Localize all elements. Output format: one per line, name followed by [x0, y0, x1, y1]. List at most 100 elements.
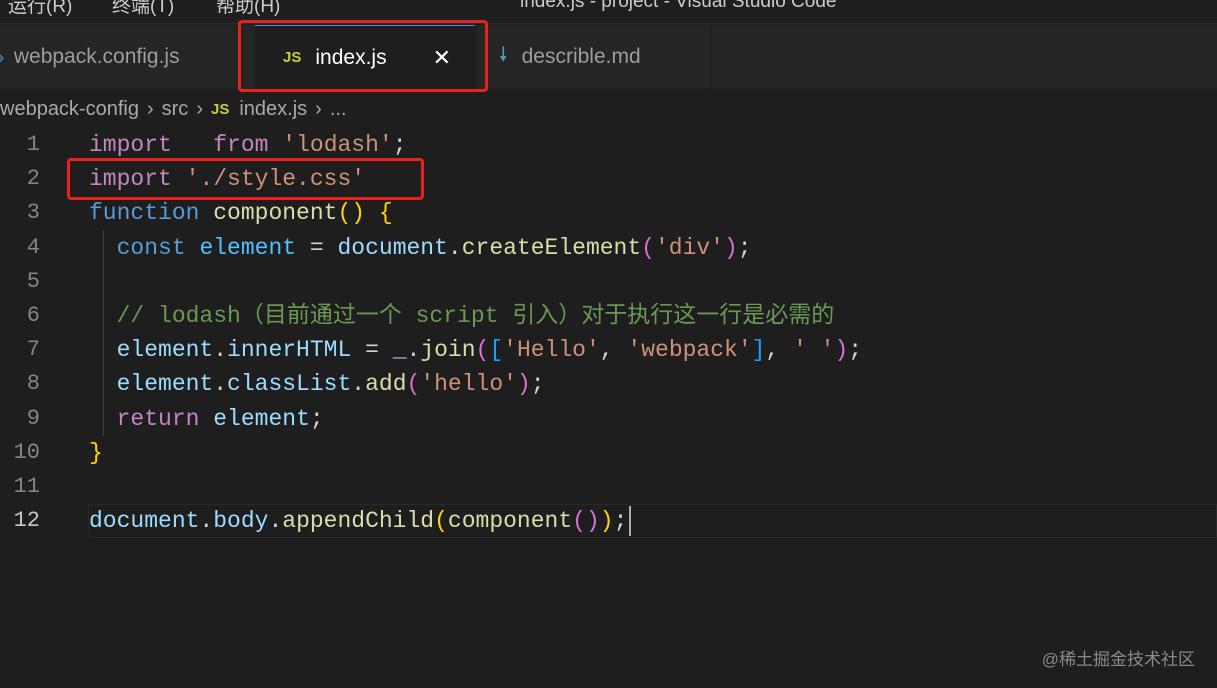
code-line[interactable]: const element = document.createElement('… [89, 231, 752, 265]
code-line[interactable]: return element; [89, 402, 324, 436]
breadcrumb: webpack-config › src › JS index.js › ... [0, 92, 347, 126]
code-token: element [213, 405, 310, 432]
code-token: ) [723, 234, 738, 261]
code-line[interactable]: import from 'lodash'; [89, 128, 407, 162]
tab-bar: ◈ webpack.config.js JS index.js ✕ 🠗 desc… [0, 25, 1217, 89]
code-token: . [213, 371, 228, 398]
code-token: document [337, 234, 448, 261]
code-token: ; [613, 508, 628, 535]
line-number: 12 [13, 508, 40, 534]
window-title: index.js - project - Visual Studio Code [520, 0, 837, 12]
code-token: . [447, 234, 462, 261]
code-token: = [296, 234, 338, 261]
menu-bar: 运行(R) 终端(T) 帮助(H) index.js - project - V… [0, 0, 1217, 24]
menu-help[interactable]: 帮助(H) [216, 0, 280, 18]
code-line[interactable]: element.innerHTML = _.join(['Hello', 'we… [89, 333, 863, 367]
code-token: element [116, 371, 214, 398]
code-token: = [351, 337, 393, 364]
code-line[interactable]: document.body.appendChild(component()); [89, 504, 627, 538]
text-cursor [629, 506, 631, 536]
code-token: . [351, 371, 366, 398]
breadcrumb-item[interactable]: index.js [239, 98, 307, 121]
tab-label: webpack.config.js [13, 45, 180, 68]
code-token: ) [516, 371, 531, 398]
line-number: 8 [26, 371, 40, 397]
code-token: ( [475, 337, 490, 364]
code-token: ] [751, 337, 766, 364]
line-number: 2 [26, 166, 40, 192]
code-token: , [765, 337, 794, 364]
line-number: 10 [13, 439, 40, 465]
highlight-box-import [67, 158, 424, 200]
tab-label: describle.md [521, 45, 641, 68]
code-line[interactable]: // lodash（目前通过一个 script 引入）对于执行这一行是必需的 [89, 299, 835, 333]
code-token: ; [392, 132, 407, 158]
code-token: 'div' [654, 234, 724, 261]
code-token: . [406, 337, 421, 364]
highlight-box-tab [238, 20, 488, 92]
code-token: ; [737, 234, 752, 261]
code-token: const [116, 234, 186, 261]
code-token: ( [406, 371, 421, 398]
line-number: 9 [26, 405, 40, 431]
code-token: ( [641, 234, 655, 261]
code-token: component [213, 200, 338, 227]
code-token: . [199, 508, 214, 535]
code-token: innerHTML [227, 337, 352, 364]
code-token: ' ' [793, 337, 835, 364]
line-number: 3 [26, 200, 40, 226]
code-token: 'hello' [420, 371, 517, 398]
breadcrumb-item[interactable]: src [162, 98, 189, 121]
code-token: , [599, 337, 628, 364]
line-number: 1 [26, 132, 40, 157]
code-line[interactable]: } [89, 436, 103, 470]
code-token: element [199, 234, 297, 261]
breadcrumb-item[interactable]: ... [330, 98, 347, 121]
code-token: ; [309, 405, 324, 432]
code-token: 'Hello' [503, 337, 600, 364]
code-token: createElement [461, 234, 642, 261]
tab-describle-md[interactable]: 🠗 describle.md [476, 25, 712, 89]
menu-terminal[interactable]: 终端(T) [112, 0, 174, 18]
code-token: () [337, 200, 366, 227]
line-number: 4 [26, 234, 40, 260]
code-token: ; [848, 337, 863, 364]
line-number: 5 [26, 268, 40, 294]
code-token: return [116, 405, 200, 432]
watermark: @稀土掘金技术社区 [1041, 650, 1195, 669]
code-line[interactable]: element.classList.add('hello'); [89, 367, 545, 401]
code-token: appendChild [282, 508, 435, 535]
code-token: body [213, 508, 269, 535]
code-token: classList [227, 371, 352, 398]
webpack-icon: ◈ [0, 47, 4, 68]
code-line[interactable]: function component() { [89, 196, 393, 230]
menu-run[interactable]: 运行(R) [8, 0, 72, 18]
js-icon: JS [210, 100, 230, 118]
code-token: element [116, 337, 214, 364]
chevron-right-icon: › [315, 97, 322, 120]
line-number: 11 [13, 474, 40, 499]
code-token: ( [434, 508, 448, 535]
code-token: . [268, 508, 283, 535]
code-token: from [213, 132, 269, 158]
code-token: } [89, 439, 103, 466]
code-token: join [420, 337, 476, 364]
code-token: 'lodash' [282, 132, 393, 158]
code-token: import [89, 132, 172, 158]
tab-webpack-config[interactable]: ◈ webpack.config.js [0, 25, 240, 89]
code-token: ; [530, 371, 545, 398]
breadcrumb-item[interactable]: webpack-config [0, 98, 139, 121]
code-token: [ [489, 337, 504, 364]
code-token: 'webpack' [627, 337, 752, 364]
